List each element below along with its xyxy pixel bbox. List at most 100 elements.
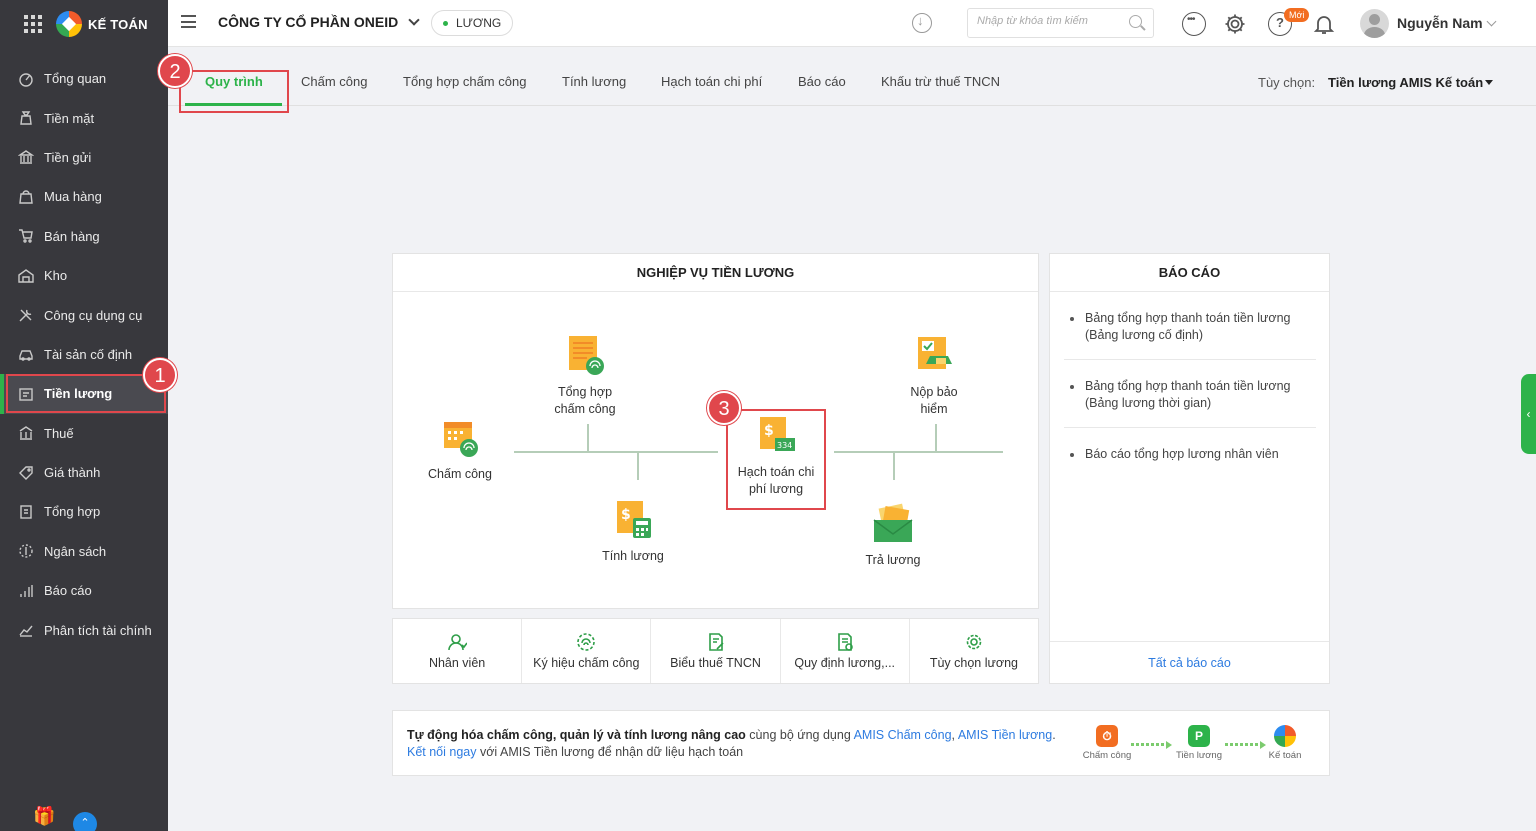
sidebar-item-tien-gui[interactable]: Tiền gửi (0, 138, 168, 177)
sidebar-item-tong-hop[interactable]: Tổng hợp (0, 492, 168, 531)
shortcut-nhan-vien[interactable]: Nhân viên (393, 619, 523, 683)
warehouse-icon (17, 267, 35, 285)
report-link[interactable]: Bảng tổng hợp thanh toán tiền lương (Bản… (1064, 378, 1316, 412)
step-badge-2: 2 (158, 54, 192, 88)
step-badge-3: 3 (707, 391, 741, 425)
process-label: Tính lương (602, 549, 664, 563)
tab-tinh-luong[interactable]: Tính lương (562, 74, 626, 89)
search-icon[interactable] (1129, 15, 1142, 28)
process-tra-luong[interactable]: Trả lương (851, 502, 935, 569)
shortcut-quy-dinh-luong[interactable]: Quy định lương,... (781, 619, 910, 683)
sidebar-item-label: Tiền gửi (44, 149, 92, 165)
app-grid-icon[interactable] (24, 15, 42, 33)
price-tag-icon (17, 464, 35, 482)
app-label: Chấm công (1082, 750, 1132, 761)
process-nop-bao-hiem[interactable]: Nộp bảo hiểm (896, 334, 972, 418)
process-line (514, 451, 718, 453)
accounting-app-icon (1274, 725, 1296, 747)
tools-icon (17, 306, 35, 324)
shortcut-bieu-thue-tncn[interactable]: Biểu thuế TNCN (651, 619, 781, 683)
shortcut-ky-hieu-cham-cong[interactable]: Ký hiệu chấm công (522, 619, 652, 683)
tab-tong-hop-cham-cong[interactable]: Tổng hợp chấm công (403, 74, 526, 89)
report-link[interactable]: Bảng tổng hợp thanh toán tiền lương (Bản… (1064, 310, 1316, 344)
shortcut-bar: Nhân viên Ký hiệu chấm công Biểu thuế TN… (392, 618, 1039, 684)
promo-headline: Tự động hóa chấm công, quản lý và tính l… (407, 728, 746, 742)
tab-cham-cong[interactable]: Chấm công (301, 74, 367, 89)
app-ke-toan: Kế toán (1260, 725, 1310, 761)
sidebar-item-mua-hang[interactable]: Mua hàng (0, 177, 168, 216)
sidebar-item-tong-quan[interactable]: Tổng quan (0, 59, 168, 98)
option-label: Tùy chọn: (1258, 75, 1316, 90)
sidebar-item-bao-cao[interactable]: Báo cáo (0, 571, 168, 610)
sidebar-item-label: Tổng hợp (44, 504, 101, 520)
bell-icon[interactable] (1312, 12, 1336, 36)
app-label: Tiền lương (1175, 750, 1223, 761)
sidebar-item-label: Giá thành (44, 465, 101, 481)
gear-icon[interactable] (1223, 12, 1247, 36)
option-dropdown[interactable]: Tiền lương AMIS Kế toán (1328, 75, 1483, 90)
rule-document-icon (835, 632, 855, 652)
money-envelope-icon (871, 502, 915, 546)
sidebar-item-label: Báo cáo (44, 583, 92, 599)
shortcut-label: Biểu thuế TNCN (670, 656, 761, 670)
process-tong-hop-cham-cong[interactable]: Tổng hợp chấm công (543, 334, 627, 418)
company-selector[interactable]: CÔNG TY CỔ PHẦN ONEID (218, 14, 420, 30)
chat-icon[interactable] (1182, 12, 1206, 36)
avatar[interactable] (1360, 9, 1389, 38)
sidebar-item-thue[interactable]: Thuế (0, 414, 168, 453)
caret-down-icon[interactable] (1485, 80, 1493, 85)
amis-cham-cong-link[interactable]: AMIS Chấm công (854, 728, 952, 742)
promo-copy: . (1052, 728, 1056, 742)
divider (1064, 427, 1316, 428)
report-link[interactable]: Báo cáo tổng hợp lương nhân viên (1064, 446, 1316, 463)
sidebar-item-label: Tiền mặt (44, 110, 95, 126)
car-icon (17, 345, 35, 363)
tab-bao-cao[interactable]: Báo cáo (798, 74, 846, 89)
tab-khau-tru-thue[interactable]: Khấu trừ thuế TNCN (881, 74, 1000, 89)
sidebar-item-phan-tich[interactable]: Phân tích tài chính (0, 610, 168, 649)
process-line (637, 452, 639, 480)
process-tinh-luong[interactable]: $ Tính lương (593, 498, 673, 565)
process-label: Tổng hợp chấm công (554, 385, 616, 416)
report-list: Bảng tổng hợp thanh toán tiền lương (Bản… (1064, 310, 1316, 463)
top-bar: CÔNG TY CỔ PHẦN ONEID LƯƠNG ? Mới Nguyễn… (168, 0, 1536, 47)
sidebar-item-cong-cu[interactable]: Công cụ dụng cụ (0, 295, 168, 334)
user-name[interactable]: Nguyễn Nam (1397, 15, 1483, 31)
connect-now-link[interactable]: Kết nối ngay (407, 745, 477, 759)
calculator-icon: $ (611, 498, 655, 542)
highlight-box (6, 374, 166, 414)
status-dot (443, 20, 448, 26)
process-cham-cong[interactable]: Chấm công (419, 416, 501, 483)
chevron-down-icon[interactable] (1486, 16, 1497, 27)
company-name: CÔNG TY CỔ PHẦN ONEID (218, 14, 399, 30)
timesheet-app-icon: ⏱ (1096, 725, 1118, 747)
sidebar-item-ban-hang[interactable]: Bán hàng (0, 217, 168, 256)
process-line (935, 424, 937, 452)
sidebar-item-label: Ngân sách (44, 543, 107, 559)
employee-icon (447, 632, 468, 652)
gear-icon (964, 632, 984, 652)
module-badge[interactable]: LƯƠNG (431, 10, 514, 36)
sidebar-item-tien-mat[interactable]: Tiền mặt (0, 98, 168, 137)
shortcut-tuy-chon-luong[interactable]: Tùy chọn lương (910, 619, 1038, 683)
download-icon[interactable] (912, 13, 932, 33)
sidebar-item-label: Kho (44, 268, 68, 284)
process-label: Nộp bảo hiểm (910, 385, 958, 416)
menu-icon[interactable] (181, 15, 196, 28)
search-input[interactable] (977, 15, 1122, 27)
chevron-up-icon[interactable]: ⌃ (73, 812, 97, 831)
all-reports-link[interactable]: Tất cả báo cáo (1050, 641, 1329, 683)
tab-hach-toan-chi-phi[interactable]: Hạch toán chi phí (661, 74, 762, 89)
highlight-box (726, 409, 826, 510)
collapse-panel-toggle[interactable]: ‹ (1521, 374, 1536, 454)
sidebar-item-kho[interactable]: Kho (0, 256, 168, 295)
ledger-icon (17, 503, 35, 521)
sidebar-item-gia-thanh[interactable]: Giá thành (0, 453, 168, 492)
process-line (834, 451, 1003, 453)
amis-tien-luong-link[interactable]: AMIS Tiền lương (958, 728, 1052, 742)
sidebar-item-ngan-sach[interactable]: Ngân sách (0, 532, 168, 571)
misa-logo (56, 11, 82, 37)
gift-icon[interactable]: 🎁 (33, 806, 55, 828)
step-badge-1: 1 (143, 358, 177, 392)
sidebar-item-tai-san[interactable]: Tài sản cố định (0, 335, 168, 374)
